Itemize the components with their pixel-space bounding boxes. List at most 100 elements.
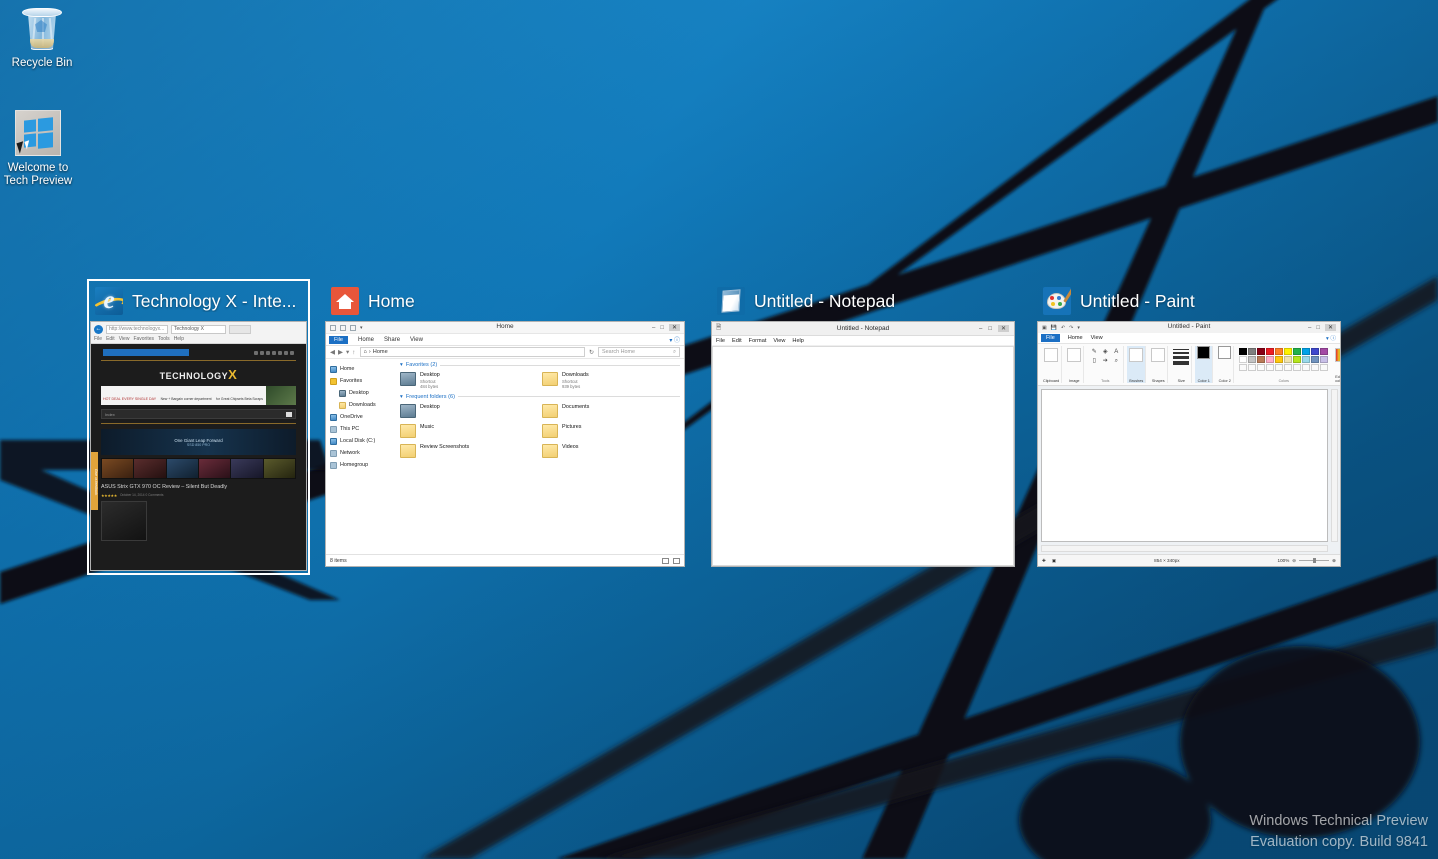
group-collapse-icon[interactable]: ▾ — [400, 362, 403, 368]
color1-chip[interactable] — [1197, 346, 1211, 359]
list-item[interactable]: Downloads Shortcut 939 bytes — [542, 370, 680, 391]
desktop-icon-welcome-tech-preview[interactable]: Welcome to Tech Preview — [0, 110, 84, 188]
explorer-search-box[interactable]: Search Home ⌕ — [598, 347, 680, 357]
explorer-tab-share[interactable]: Share — [384, 337, 400, 343]
desktop-icon-recycle-bin[interactable]: Recycle Bin — [0, 6, 88, 70]
explorer-breadcrumb[interactable]: ⌂ › Home — [359, 347, 585, 357]
paint-help-icon[interactable]: ▾ ⓘ — [1326, 334, 1340, 342]
thumbnail-preview-paint[interactable]: ▣ 💾 ↶ ↷ ▾ Untitled - Paint – □ ✕ File Ho… — [1037, 321, 1341, 567]
ie-ad-banner[interactable]: One Giant Leap Forward SSD 850 PRO — [101, 429, 296, 455]
notepad-menu-help[interactable]: Help — [792, 338, 804, 344]
paint-group-tools[interactable]: ✎ ◈ A ▯ ➔ ⌕ Tools — [1087, 346, 1125, 383]
list-item[interactable]: Desktop — [400, 402, 538, 420]
paint-group-colors[interactable]: Colors — [1237, 346, 1330, 383]
paint-zoom-control[interactable]: 100% ⊖ ⊕ — [1278, 558, 1336, 564]
switcher-thumbnail-internet-explorer[interactable]: e Technology X - Inte... ← http://www.te… — [87, 279, 310, 575]
thumbnail-preview-explorer[interactable]: ▾ Home – □ ✕ File Home Share View ▾ ⓘ ◀ … — [325, 321, 685, 567]
explorer-back-button[interactable]: ◀ — [330, 348, 335, 356]
magnifier-icon[interactable]: ⌕ — [1111, 357, 1121, 365]
explorer-tab-file[interactable]: File — [329, 335, 349, 344]
paint-canvas[interactable] — [1041, 389, 1328, 542]
zoom-out-icon[interactable]: ⊖ — [1292, 558, 1296, 564]
size-icon[interactable] — [1173, 349, 1190, 365]
notepad-menu-edit[interactable]: Edit — [732, 338, 742, 344]
ie-menu-tools[interactable]: Tools — [158, 336, 170, 342]
ie-menu-view[interactable]: View — [119, 336, 130, 342]
explorer-navigation-pane[interactable]: Home Favorites Desktop Downloads OneDriv… — [326, 359, 398, 554]
list-item[interactable]: Documents — [542, 402, 680, 420]
explorer-content-pane[interactable]: ▾ Favorites (2) Desktop Shortcut 484 byt… — [398, 359, 684, 554]
sidebar-item-homegroup[interactable]: Homegroup — [330, 459, 398, 471]
paint-quick-access-toolbar[interactable]: ▣ 💾 ↶ ↷ ▾ Untitled - Paint – □ ✕ — [1038, 322, 1340, 333]
list-item[interactable]: Pictures — [542, 422, 680, 440]
paint-horizontal-scrollbar[interactable] — [1041, 545, 1328, 552]
paint-ribbon[interactable]: Clipboard Image ✎ ◈ A ▯ ➔ ⌕ Tools Brushe… — [1038, 344, 1340, 386]
ie-menu-file[interactable]: File — [94, 336, 102, 342]
switcher-thumbnail-paint[interactable]: Untitled - Paint ▣ 💾 ↶ ↷ ▾ Untitled - Pa… — [1037, 281, 1341, 573]
sidebar-item-onedrive[interactable]: OneDrive — [330, 411, 398, 423]
ie-menu-favorites[interactable]: Favorites — [133, 336, 154, 342]
sidebar-item-desktop[interactable]: Desktop — [330, 387, 398, 399]
list-item[interactable]: Videos — [542, 442, 680, 460]
explorer-forward-button[interactable]: ▶ — [338, 348, 343, 356]
sidebar-item-network[interactable]: Network — [330, 447, 398, 459]
explorer-tab-home[interactable]: Home — [358, 337, 374, 343]
paint-canvas-area[interactable] — [1038, 386, 1340, 554]
explorer-ribbon-tabs[interactable]: File Home Share View ▾ ⓘ — [326, 334, 684, 346]
paint-group-image[interactable]: Image — [1065, 346, 1085, 383]
paint-vertical-scrollbar[interactable] — [1331, 389, 1338, 542]
ie-article[interactable]: ASUS Strix GTX 970 OC Review – Silent Bu… — [101, 484, 296, 541]
large-icons-view-icon[interactable] — [673, 557, 680, 564]
explorer-up-button[interactable]: ↑ — [352, 349, 355, 356]
explorer-quick-access-toolbar[interactable]: ▾ Home – □ ✕ — [326, 322, 684, 334]
paint-tools-grid[interactable]: ✎ ◈ A ▯ ➔ ⌕ — [1089, 348, 1121, 365]
explorer-tab-view[interactable]: View — [410, 337, 423, 343]
notepad-menu-bar[interactable]: File Edit Format View Help — [712, 336, 1014, 346]
pencil-icon[interactable]: ✎ — [1089, 348, 1099, 356]
fill-icon[interactable]: ◈ — [1100, 348, 1110, 356]
paint-tab-home[interactable]: Home — [1068, 335, 1083, 341]
thumbnail-preview-notepad[interactable]: 🗎 Untitled - Notepad – □ ✕ File Edit For… — [711, 321, 1015, 567]
explorer-help-icon[interactable]: ▾ ⓘ — [669, 335, 684, 344]
brushes-icon[interactable] — [1129, 348, 1144, 362]
zoom-in-icon[interactable]: ⊕ — [1332, 558, 1336, 564]
sidebar-item-favorites[interactable]: Favorites — [330, 375, 398, 387]
paint-ribbon-tabs[interactable]: File Home View ▾ ⓘ — [1038, 333, 1340, 344]
paint-color-palette[interactable] — [1239, 348, 1329, 371]
paint-tab-file[interactable]: File — [1041, 334, 1060, 342]
image-icon[interactable] — [1067, 348, 1082, 362]
ie-index-searchbox[interactable]: Index — [101, 409, 296, 419]
switcher-thumbnail-file-explorer[interactable]: Home ▾ Home – □ ✕ File Home Share View ▾… — [325, 281, 685, 573]
ie-back-button[interactable]: ← — [94, 325, 103, 334]
sidebar-item-local-disk[interactable]: Local Disk (C:) — [330, 435, 398, 447]
paint-color1-swatch[interactable]: Color 1 — [1195, 346, 1214, 383]
paint-tab-view[interactable]: View — [1091, 335, 1103, 341]
color2-chip[interactable] — [1218, 346, 1232, 359]
notepad-menu-format[interactable]: Format — [749, 338, 767, 344]
paint-group-brushes[interactable]: Brushes — [1127, 346, 1147, 383]
explorer-recent-button[interactable]: ▾ — [346, 348, 349, 356]
notepad-menu-view[interactable]: View — [773, 338, 785, 344]
thumbnail-preview-ie[interactable]: ← http://www.technologyx... Technology X… — [90, 321, 307, 571]
ie-menu-edit[interactable]: Edit — [106, 336, 115, 342]
ie-menu-help[interactable]: Help — [174, 336, 184, 342]
notepad-text-area[interactable] — [712, 346, 1014, 566]
eraser-icon[interactable]: ▯ — [1089, 357, 1099, 365]
sidebar-item-downloads[interactable]: Downloads — [330, 399, 398, 411]
paint-group-size[interactable]: Size — [1171, 346, 1193, 383]
clipboard-icon[interactable] — [1044, 348, 1059, 362]
ie-new-tab-button[interactable] — [229, 325, 251, 334]
notepad-menu-file[interactable]: File — [716, 338, 725, 344]
paint-color2-swatch[interactable]: Color 2 — [1216, 346, 1235, 383]
switcher-thumbnail-notepad[interactable]: Untitled - Notepad 🗎 Untitled - Notepad … — [711, 281, 1015, 573]
edit-colors-icon[interactable] — [1335, 348, 1340, 362]
paint-group-shapes[interactable]: Shapes — [1149, 346, 1169, 383]
sidebar-item-this-pc[interactable]: This PC — [330, 423, 398, 435]
explorer-refresh-icon[interactable]: ↻ — [589, 349, 594, 356]
explorer-group-header-frequent[interactable]: ▾ Frequent folders (6) — [400, 394, 680, 400]
ie-promo-banner[interactable]: HOT DEAL EVERY SINGLE DAY New + Bargain … — [101, 386, 296, 405]
list-item[interactable]: Music — [400, 422, 538, 440]
sidebar-item-home[interactable]: Home — [330, 363, 398, 375]
paint-group-clipboard[interactable]: Clipboard — [1041, 346, 1063, 383]
color-picker-icon[interactable]: ➔ — [1100, 357, 1110, 365]
